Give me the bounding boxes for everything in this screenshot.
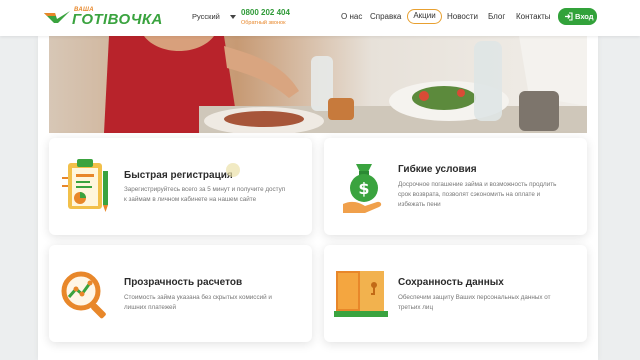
feature-title: Быстрая регистрация	[124, 170, 233, 181]
login-label: Вход	[575, 12, 594, 21]
safe-icon	[334, 271, 388, 317]
feature-description-line: срок возврата, позволят сэкономить на оп…	[398, 191, 541, 198]
feature-description-line: избежать пени	[398, 201, 441, 208]
nav-blog[interactable]: Блог	[488, 12, 505, 21]
chevron-down-icon[interactable]	[230, 15, 236, 19]
clipboard-icon	[62, 159, 108, 212]
logo-text: ГОТІВОЧКА	[72, 11, 163, 28]
feature-description-line: Досрочное погашение займа и возможность …	[398, 181, 557, 188]
login-icon	[565, 12, 573, 21]
feature-description-line: к займам в личном кабинете на нашем сайт…	[124, 196, 257, 203]
money-bag-icon: $	[343, 164, 382, 213]
nav-help[interactable]: Справка	[370, 12, 401, 21]
site-header: ВАША ГОТІВОЧКА Русский 0800 202 404 Обра…	[0, 0, 640, 36]
feature-title: Гибкие условия	[398, 164, 477, 175]
nav-about[interactable]: О нас	[341, 12, 362, 21]
feature-description-line: лишних платежей	[124, 304, 177, 311]
nav-news[interactable]: Новости	[447, 12, 478, 21]
svg-text:$: $	[358, 179, 369, 198]
login-button[interactable]: Вход	[558, 8, 597, 25]
nav-contacts[interactable]: Контакты	[516, 12, 551, 21]
feature-description-line: третьих лиц	[398, 304, 434, 311]
nav-promo[interactable]: Акции	[407, 9, 442, 24]
feature-card-registration[interactable]: Быстрая регистрация Зарегистрируйтесь вс…	[49, 138, 312, 235]
magnifier-chart-icon	[61, 271, 106, 319]
feature-card-transparency[interactable]: Прозрачность расчетов Стоимость займа ук…	[49, 245, 312, 342]
callback-link[interactable]: Обратный звонок	[241, 20, 285, 26]
feature-card-flexible[interactable]: $ Гибкие условия Досрочное погашение зай…	[324, 138, 587, 235]
logo[interactable]: ВАША ГОТІВОЧКА	[43, 6, 168, 30]
banner-photo	[49, 36, 587, 133]
mouse-cursor-highlight	[226, 163, 240, 177]
feature-description-line: Обеспечим защиту Ваших персональных данн…	[398, 294, 551, 301]
logo-swoosh-icon	[44, 11, 70, 23]
language-select[interactable]: Русский	[192, 12, 220, 21]
feature-card-data-safety[interactable]: Сохранность данных Обеспечим защиту Ваши…	[324, 245, 587, 342]
phone-number[interactable]: 0800 202 404	[241, 8, 290, 17]
feature-description-line: Стоимость займа указана без скрытых коми…	[124, 294, 272, 301]
feature-title: Прозрачность расчетов	[124, 277, 243, 288]
feature-description-line: Зарегистрируйтесь всего за 5 минут и пол…	[124, 186, 286, 193]
feature-title: Сохранность данных	[398, 277, 504, 288]
banner-photo-image	[49, 36, 587, 133]
